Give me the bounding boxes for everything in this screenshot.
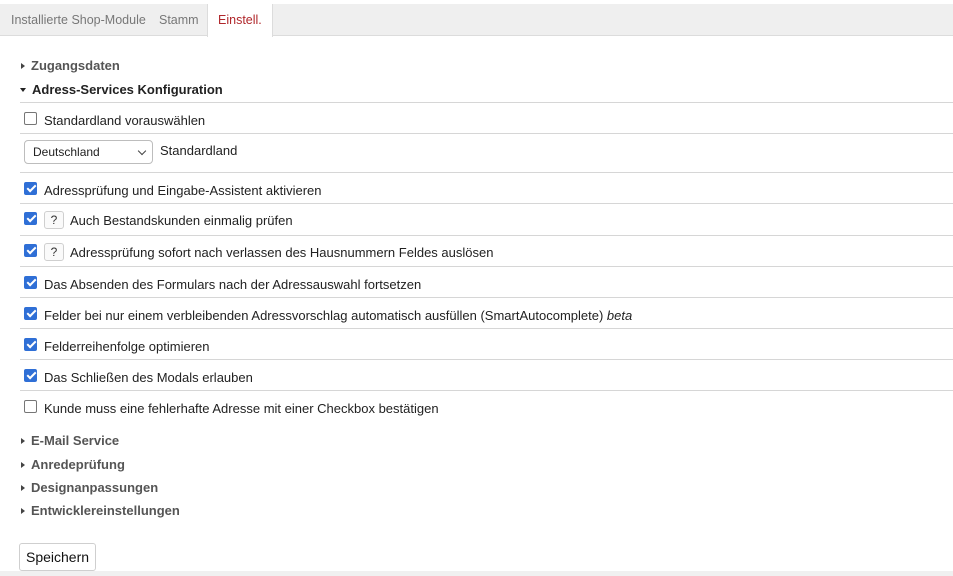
help-icon[interactable]: ?	[44, 243, 64, 261]
bestandskunden-label: Auch Bestandskunden einmalig prüfen	[70, 212, 293, 228]
divider	[20, 266, 953, 267]
option-adresspruefung: Adressprüfung und Eingabe-Assistent akti…	[24, 180, 322, 200]
fehlerhafte-adresse-label: Kunde muss eine fehlerhafte Adresse mit …	[44, 400, 439, 416]
section-zugangsdaten-label: Zugangsdaten	[31, 58, 120, 73]
caret-right-icon	[21, 437, 25, 444]
tab-stamm[interactable]: Stamm	[159, 4, 199, 36]
option-standardland-preselect: Standardland vorauswählen	[24, 110, 205, 130]
standardland-preselect-checkbox[interactable]	[24, 111, 37, 125]
section-adress-services-label: Adress-Services Konfiguration	[32, 82, 223, 97]
caret-down-icon	[20, 87, 26, 92]
fehlerhafte-adresse-checkbox[interactable]	[24, 399, 37, 413]
section-email-service[interactable]: E-Mail Service	[20, 433, 119, 448]
modal-schliessen-checkbox[interactable]	[24, 368, 37, 382]
save-button[interactable]: Speichern	[19, 543, 97, 571]
caret-right-icon	[21, 62, 25, 69]
section-entwicklereinstellungen-label: Entwicklereinstellungen	[31, 503, 180, 518]
tab-installed-modules[interactable]: Installierte Shop-Module	[11, 4, 146, 36]
adresspruefung-checkbox[interactable]	[24, 181, 37, 195]
help-icon[interactable]: ?	[44, 211, 64, 229]
country-select-value: Deutschland	[33, 145, 100, 159]
section-adress-services[interactable]: Adress-Services Konfiguration	[20, 82, 223, 97]
divider	[20, 359, 953, 360]
divider	[20, 297, 953, 298]
divider	[20, 102, 953, 103]
option-smartautocomplete: Felder bei nur einem verbleibenden Adres…	[24, 305, 632, 325]
divider	[20, 235, 953, 236]
country-select[interactable]: Deutschland	[24, 140, 153, 164]
tab-bar: Installierte Shop-Module Stamm Einstell.	[0, 4, 953, 37]
bestandskunden-checkbox[interactable]	[24, 211, 37, 225]
absenden-checkbox[interactable]	[24, 275, 37, 289]
hausnummer-checkbox[interactable]	[24, 243, 37, 257]
caret-right-icon	[21, 461, 25, 468]
divider	[20, 203, 953, 204]
option-bestandskunden: ? Auch Bestandskunden einmalig prüfen	[24, 210, 293, 230]
tab-settings[interactable]: Einstell.	[207, 4, 273, 37]
absenden-label: Das Absenden des Formulars nach der Adre…	[44, 276, 422, 292]
divider	[20, 390, 953, 391]
section-anredepruefung[interactable]: Anredeprüfung	[20, 457, 125, 472]
option-fehlerhafte-adresse: Kunde muss eine fehlerhafte Adresse mit …	[24, 398, 439, 418]
divider	[20, 172, 953, 173]
section-designanpassungen[interactable]: Designanpassungen	[20, 480, 158, 495]
feldreihenfolge-label: Felderreihenfolge optimieren	[44, 338, 210, 354]
chevron-down-icon	[137, 146, 147, 156]
caret-right-icon	[21, 507, 25, 514]
country-select-label: Standardland	[160, 143, 238, 158]
option-hausnummer: ? Adressprüfung sofort nach verlassen de…	[24, 242, 493, 262]
option-modal-schliessen: Das Schließen des Modals erlauben	[24, 367, 253, 387]
caret-right-icon	[21, 484, 25, 491]
option-absenden: Das Absenden des Formulars nach der Adre…	[24, 274, 421, 294]
standardland-preselect-label: Standardland vorauswählen	[44, 112, 206, 128]
beta-badge: beta	[606, 307, 633, 323]
section-anredepruefung-label: Anredeprüfung	[31, 457, 125, 472]
hausnummer-label: Adressprüfung sofort nach verlassen des …	[70, 244, 494, 260]
adresspruefung-label: Adressprüfung und Eingabe-Assistent akti…	[44, 182, 322, 198]
smartautocomplete-label: Felder bei nur einem verbleibenden Adres…	[44, 307, 604, 323]
section-designanpassungen-label: Designanpassungen	[31, 480, 159, 495]
option-feldreihenfolge: Felderreihenfolge optimieren	[24, 336, 209, 356]
section-entwicklereinstellungen[interactable]: Entwicklereinstellungen	[20, 503, 180, 518]
smartautocomplete-checkbox[interactable]	[24, 306, 37, 320]
section-zugangsdaten[interactable]: Zugangsdaten	[20, 58, 120, 73]
section-email-service-label: E-Mail Service	[31, 433, 120, 448]
footer-strip	[0, 571, 953, 576]
divider	[20, 328, 953, 329]
divider	[20, 133, 953, 134]
feldreihenfolge-checkbox[interactable]	[24, 337, 37, 351]
modal-schliessen-label: Das Schließen des Modals erlauben	[44, 369, 253, 385]
